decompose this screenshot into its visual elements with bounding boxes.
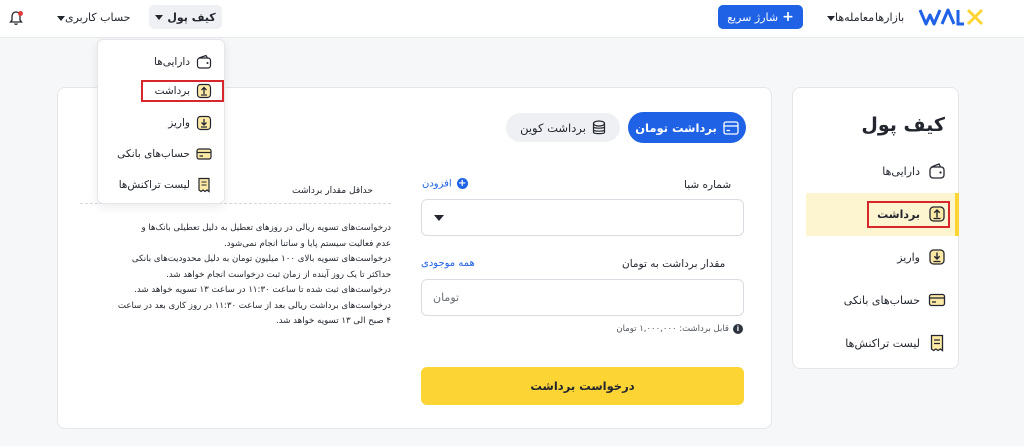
wallet-dropdown-menu: دارایی‌ها برداشت واریز حساب‌های بانکی لی… bbox=[97, 39, 225, 204]
nav-trades-label: معامله‌ها bbox=[835, 11, 875, 24]
amount-label: مقدار برداشت به تومان bbox=[622, 258, 726, 270]
min-withdraw-label: حداقل مقدار برداشت bbox=[292, 186, 373, 196]
wallet-icon bbox=[929, 163, 945, 179]
wallet-menu-button[interactable]: کیف پول bbox=[149, 5, 222, 29]
sidebar-item-assets[interactable]: دارایی‌ها bbox=[806, 160, 956, 182]
card-icon bbox=[723, 120, 739, 135]
active-item-highlight bbox=[867, 201, 950, 228]
sheba-select[interactable] bbox=[421, 199, 744, 236]
top-header: بازارها معامله‌ها + شارژ سریع کیف پول حس… bbox=[0, 0, 1024, 38]
tab-label: برداشت تومان bbox=[635, 120, 717, 135]
receipt-icon bbox=[198, 177, 210, 193]
withdrawable-text: قابل برداشت: ۱,۰۰۰,۰۰۰ تومان bbox=[616, 324, 729, 334]
add-sheba-link[interactable]: افزودن + bbox=[422, 178, 468, 190]
quick-charge-label: شارژ سریع bbox=[727, 10, 779, 24]
download-icon bbox=[196, 115, 212, 131]
brand-logo[interactable] bbox=[918, 6, 988, 28]
dropdown-item-label: دارایی‌ها bbox=[154, 56, 190, 68]
withdraw-notes: درخواست‌های تسویه ریالی در روزهای تعطیل … bbox=[87, 221, 391, 330]
dropdown-item-deposit[interactable]: واریز bbox=[168, 112, 212, 134]
dropdown-item-assets[interactable]: دارایی‌ها bbox=[154, 51, 212, 73]
sidebar-item-label: واریز bbox=[897, 250, 920, 264]
tab-withdraw-toman[interactable]: برداشت تومان bbox=[628, 112, 746, 143]
dropdown-item-label: حساب‌های بانکی bbox=[117, 148, 190, 160]
sidebar-item-bank-accounts[interactable]: حساب‌های بانکی bbox=[806, 289, 956, 311]
nav-trades[interactable]: معامله‌ها bbox=[823, 11, 874, 24]
wallet-icon bbox=[196, 54, 212, 69]
chevron-down-icon bbox=[827, 15, 835, 21]
account-menu-label: حساب کاربری bbox=[65, 11, 131, 24]
tab-label: برداشت کوین bbox=[520, 120, 586, 135]
amount-input[interactable]: تومان bbox=[421, 279, 744, 316]
wallet-menu-label: کیف پول bbox=[167, 10, 216, 24]
plus-icon: + bbox=[782, 9, 794, 25]
note-line: درخواست‌های تسویه ریالی در روزهای تعطیل … bbox=[141, 223, 391, 233]
nav-markets[interactable]: بازارها bbox=[875, 11, 904, 24]
plus-icon: + bbox=[456, 178, 468, 189]
note-line: حداکثر تا یک روز آینده از زمان ثبت درخوا… bbox=[166, 269, 391, 280]
dropdown-item-bank-accounts[interactable]: حساب‌های بانکی bbox=[117, 143, 212, 165]
note-line: درخواست‌های ثبت شده تا ساعت ۱۱:۳۰ در ساع… bbox=[134, 285, 391, 295]
info-icon: i bbox=[733, 324, 743, 334]
submit-withdraw-button[interactable]: درخواست برداشت bbox=[421, 367, 744, 405]
note-line: درخواست‌های برداشت ریالی بعد از ساعت ۱۱:… bbox=[117, 300, 391, 311]
quick-charge-button[interactable]: + شارژ سریع bbox=[718, 5, 803, 29]
chevron-down-icon bbox=[57, 15, 65, 21]
sidebar-item-label: حساب‌های بانکی bbox=[843, 293, 920, 307]
dropdown-item-label: لیست تراکنش‌ها bbox=[118, 179, 190, 191]
sidebar-item-deposit[interactable]: واریز bbox=[806, 246, 956, 268]
chevron-down-icon bbox=[434, 215, 444, 221]
card-icon bbox=[928, 293, 946, 307]
sidebar-title: کیف پول bbox=[861, 114, 945, 136]
sheba-label: شماره شبا bbox=[684, 179, 732, 191]
note-line: ۴ صبح الی ۱۳ تسویه خواهد شد. bbox=[276, 316, 391, 326]
dropdown-item-label: واریز bbox=[168, 117, 190, 129]
account-menu[interactable]: حساب کاربری bbox=[53, 11, 130, 24]
card-icon bbox=[196, 148, 212, 160]
withdrawable-info: i قابل برداشت: ۱,۰۰۰,۰۰۰ تومان bbox=[610, 322, 743, 336]
bell-icon[interactable] bbox=[8, 10, 24, 26]
submit-label: درخواست برداشت bbox=[530, 379, 635, 393]
active-item-highlight bbox=[141, 80, 224, 102]
dropdown-item-transactions[interactable]: لیست تراکنش‌ها bbox=[119, 174, 212, 196]
coins-icon bbox=[592, 119, 606, 134]
sidebar-item-transactions[interactable]: لیست تراکنش‌ها bbox=[806, 332, 956, 354]
download-icon bbox=[929, 249, 945, 265]
note-line: عدم فعالیت سیستم پایا و ساتنا انجام نمی‌… bbox=[224, 238, 391, 249]
note-line: درخواست‌های تسویه بالای ۱۰۰ میلیون تومان… bbox=[131, 254, 391, 264]
chevron-down-icon bbox=[155, 14, 164, 20]
sidebar-item-label: لیست تراکنش‌ها bbox=[845, 336, 920, 350]
add-sheba-label: افزودن bbox=[422, 178, 452, 190]
all-balance-link[interactable]: همه موجودی bbox=[421, 258, 475, 269]
sidebar-item-label: دارایی‌ها bbox=[882, 164, 920, 178]
receipt-icon bbox=[930, 334, 944, 352]
amount-input-placeholder: تومان bbox=[433, 291, 460, 304]
tab-withdraw-coin[interactable]: برداشت کوین bbox=[506, 113, 620, 142]
